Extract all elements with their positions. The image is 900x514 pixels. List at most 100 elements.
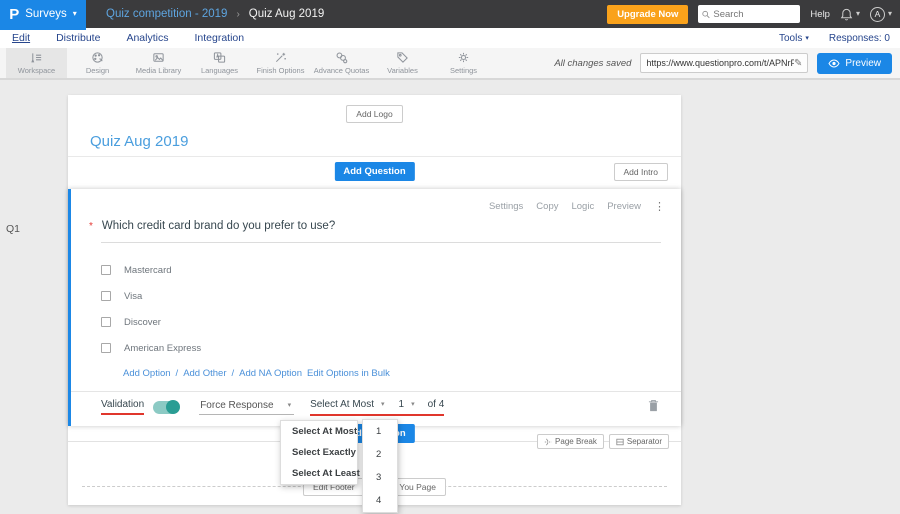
search-box[interactable] [698,5,801,23]
gear-icon [458,52,469,63]
top-bar: P Surveys ▾ Quiz competition - 2019 › Qu… [0,0,900,28]
question-text-row: * Which credit card brand do you prefer t… [89,220,681,232]
tool-media-library[interactable]: Media Library [128,48,189,78]
toolbar-right: All changes saved ✎ Preview [554,48,900,78]
translate-icon [213,52,226,63]
option-row[interactable]: Discover [101,316,681,328]
search-input[interactable] [713,8,797,20]
add-question-row: Add Question Add Intro [68,161,681,183]
question-settings-link[interactable]: Settings [489,201,523,212]
dropdown-option-select-at-most[interactable]: Select At Most [281,421,357,442]
question-actions: Settings Copy Logic Preview ⋮ [71,189,681,213]
avatar: A [869,6,885,22]
survey-workspace: Q1 Add Logo Quiz Aug 2019 Add Question A… [0,80,900,514]
tab-edit[interactable]: Edit [12,32,30,44]
dropdown-option-select-at-least[interactable]: Select At Least [281,463,360,484]
responses-count[interactable]: Responses: 0 [829,33,890,44]
add-other-link[interactable]: Add Other [183,368,226,379]
account-menu[interactable]: A ▾ [869,6,892,22]
validation-count-select[interactable]: 1 ▾ [399,399,415,410]
link-separator: / [231,368,235,379]
search-icon [702,10,711,18]
tab-integration[interactable]: Integration [194,32,244,44]
tool-workspace[interactable]: Workspace [6,48,67,78]
dropdown-option-2[interactable]: 2 [363,443,397,466]
checkbox[interactable] [101,265,111,275]
main-nav: Edit Distribute Analytics Integration To… [0,28,900,48]
question-preview-link[interactable]: Preview [607,201,641,212]
checkbox[interactable] [101,317,111,327]
validation-type-dropdown: Select At Most Select Exactly Select At … [280,420,360,485]
eye-icon [828,58,841,68]
chevron-down-icon: ▾ [805,34,809,42]
delete-question-button[interactable] [648,399,659,415]
nav-items: Edit Distribute Analytics Integration [0,32,244,44]
answer-options: Mastercard Visa Discover American Expres… [101,264,681,354]
survey-url-input[interactable] [646,58,795,68]
dropdown-option-1[interactable]: 1 [363,420,397,443]
checkbox[interactable] [101,291,111,301]
question-card: Settings Copy Logic Preview ⋮ * Which cre… [68,189,681,426]
tab-analytics[interactable]: Analytics [126,32,168,44]
add-logo-row: Add Logo [68,95,681,123]
edit-options-in-bulk-link[interactable]: Edit Options in Bulk [307,368,390,379]
tool-finish-options[interactable]: Finish Options [250,48,311,78]
workspace-icon [31,53,42,63]
help-link[interactable]: Help [810,9,830,20]
surveys-product-menu[interactable]: P Surveys ▾ [0,0,86,28]
quota-links-icon [336,52,348,64]
validation-count-dropdown: 1 2 3 4 [362,419,398,513]
dropdown-option-3[interactable]: 3 [363,466,397,489]
survey-url-field[interactable]: ✎ [640,53,809,73]
page-break-icon [544,438,552,445]
question-number-label: Q1 [6,223,21,235]
notifications-menu[interactable]: ▾ [840,8,860,21]
tools-menu[interactable]: Tools ▾ [779,33,809,44]
edit-url-icon[interactable]: ✎ [794,58,802,69]
questionpro-app: P Surveys ▾ Quiz competition - 2019 › Qu… [0,0,900,514]
validation-rule-group: Select At Most ▾ 1 ▾ of 4 [310,399,445,416]
add-na-option-link[interactable]: Add NA Option [239,368,302,379]
tab-distribute[interactable]: Distribute [56,32,100,44]
validation-type-select[interactable]: Select At Most ▾ [310,399,384,410]
upgrade-now-button[interactable]: Upgrade Now [607,4,689,24]
chevron-down-icon: ▾ [411,400,415,408]
magic-wand-icon [275,52,286,63]
option-row[interactable]: Mastercard [101,264,681,276]
chevron-down-icon: ▾ [855,9,860,18]
add-question-button[interactable]: Add Question [334,162,415,181]
dropdown-option-4[interactable]: 4 [363,489,397,512]
bell-icon [840,8,853,20]
breadcrumb-separator-icon: › [236,8,240,20]
add-intro-button[interactable]: Add Intro [613,163,668,181]
question-logic-link[interactable]: Logic [571,201,594,212]
dropdown-option-select-exactly[interactable]: Select Exactly [281,442,357,463]
tool-languages[interactable]: Languages [189,48,250,78]
chevron-down-icon: ▾ [72,9,77,18]
tool-settings[interactable]: Settings [433,48,494,78]
tool-variables[interactable]: Variables [372,48,433,78]
separator-icon [616,438,624,445]
question-copy-link[interactable]: Copy [536,201,558,212]
kebab-menu-icon[interactable]: ⋮ [654,200,665,213]
add-logo-button[interactable]: Add Logo [346,105,403,123]
breadcrumb-folder[interactable]: Quiz competition - 2019 [106,8,227,20]
separator-button[interactable]: Separator [608,434,669,449]
tool-advance-quotas[interactable]: Advance Quotas [311,48,372,78]
add-option-link[interactable]: Add Option [123,368,171,379]
question-text[interactable]: Which credit card brand do you prefer to… [102,220,335,232]
page-break-button[interactable]: Page Break [537,434,604,449]
chevron-down-icon: ▾ [887,9,892,18]
image-icon [153,53,164,62]
option-links-row: Add Option / Add Other / Add NA Option E… [123,368,665,379]
preview-button[interactable]: Preview [817,52,892,74]
option-row[interactable]: American Express [101,342,681,354]
validation-toggle[interactable] [153,399,181,414]
survey-title[interactable]: Quiz Aug 2019 [90,133,681,150]
palette-icon [92,52,103,63]
tag-icon [397,52,408,63]
checkbox[interactable] [101,343,111,353]
option-row[interactable]: Visa [101,290,681,302]
tool-design[interactable]: Design [67,48,128,78]
force-response-select[interactable]: Force Response ▾ [199,400,295,415]
